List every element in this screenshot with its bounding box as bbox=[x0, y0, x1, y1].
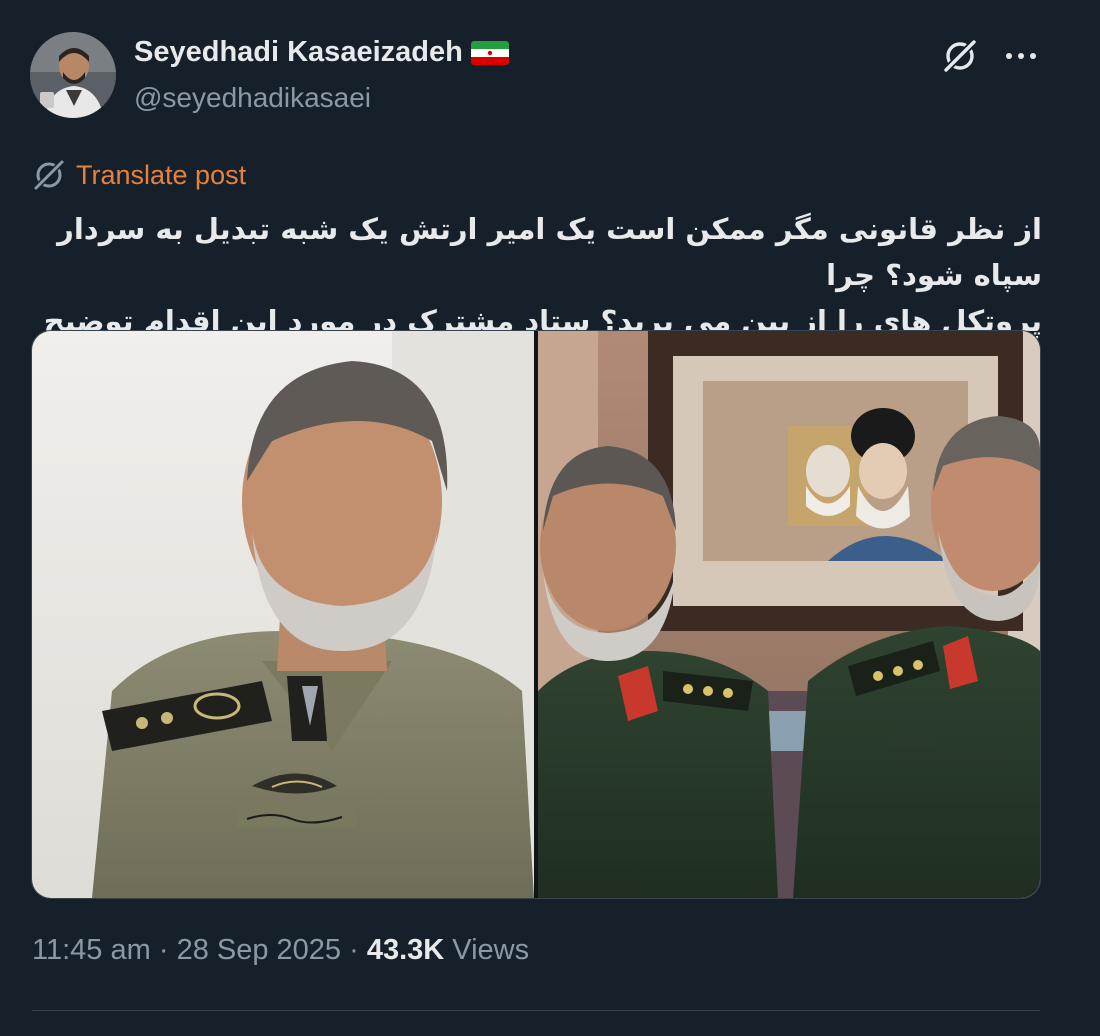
divider bbox=[32, 1010, 1040, 1011]
media-right-image bbox=[538, 331, 1040, 898]
globe-icon bbox=[33, 159, 65, 191]
media-left-image bbox=[32, 331, 534, 898]
photo-army-general-uniform[interactable] bbox=[32, 331, 534, 898]
meta-separator: · bbox=[349, 934, 359, 966]
grok-button[interactable] bbox=[940, 36, 980, 76]
views-label: Views bbox=[452, 934, 530, 966]
post-text-line-1: از نظر قانونی مگر ممکن است یک امیر ارتش … bbox=[57, 212, 1042, 292]
author-handle[interactable]: @seyedhadikasaei bbox=[134, 82, 371, 114]
post-media[interactable] bbox=[31, 330, 1041, 899]
post-time[interactable]: 11:45 am bbox=[32, 934, 151, 966]
display-name[interactable]: Seyedhadi Kasaeizadeh bbox=[134, 36, 463, 69]
more-options-button[interactable] bbox=[996, 36, 1046, 76]
post-meta: 11:45 am · 28 Sep 2025 · 43.3K Views bbox=[32, 934, 529, 967]
author-name-row: Seyedhadi Kasaeizadeh bbox=[134, 36, 509, 69]
translate-post-label: Translate post bbox=[76, 159, 247, 190]
grok-icon bbox=[943, 39, 977, 73]
translate-post-link[interactable]: Translate post bbox=[32, 158, 246, 192]
iran-flag-icon bbox=[470, 40, 509, 65]
views-count[interactable]: 43.3K bbox=[367, 934, 444, 966]
more-icon bbox=[1006, 53, 1036, 59]
tweet: Seyedhadi Kasaeizadeh @seyedhadikasaei T… bbox=[0, 0, 1100, 1036]
post-date[interactable]: 28 Sep 2025 bbox=[177, 934, 341, 966]
avatar-image bbox=[30, 32, 116, 118]
photo-two-irgc-officers-with-portrait[interactable] bbox=[538, 331, 1040, 898]
avatar[interactable] bbox=[30, 32, 116, 118]
meta-separator: · bbox=[158, 934, 169, 966]
